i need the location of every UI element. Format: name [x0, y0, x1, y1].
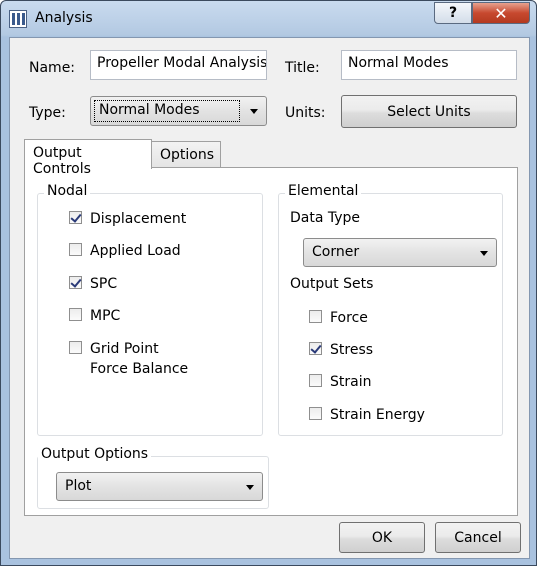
strain-checkbox[interactable]: Strain — [309, 372, 371, 392]
force-checkbox[interactable]: Force — [309, 308, 368, 328]
grid-point-force-balance-checkbox[interactable]: Grid Point Force Balance — [69, 339, 189, 379]
analysis-dialog: Analysis ? ✕ Name: Propeller Modal Analy… — [0, 0, 537, 566]
tab-output-controls[interactable]: Output Controls — [24, 139, 152, 177]
applied-load-checkbox[interactable]: Applied Load — [69, 241, 181, 261]
output-controls-panel: Nodal Displacement Applied Load SPC MPC … — [24, 167, 518, 516]
help-button[interactable]: ? — [434, 2, 472, 24]
checkbox-box — [69, 211, 82, 224]
app-icon — [9, 10, 27, 28]
displacement-checkbox[interactable]: Displacement — [69, 209, 186, 229]
grid-point-force-balance-label: Grid Point Force Balance — [90, 341, 189, 377]
select-units-button[interactable]: Select Units — [341, 95, 517, 128]
force-label: Force — [330, 310, 368, 326]
spc-label: SPC — [90, 276, 118, 292]
help-icon: ? — [448, 5, 458, 21]
checkbox-box — [69, 243, 82, 256]
chevron-down-icon — [246, 485, 254, 490]
data-type-select[interactable]: Corner — [303, 238, 497, 267]
mpc-label: MPC — [90, 308, 121, 324]
output-options-select[interactable]: Plot — [56, 472, 263, 501]
close-button[interactable]: ✕ — [472, 2, 530, 24]
title-bar[interactable]: Analysis ? ✕ — [1, 1, 536, 37]
close-icon: ✕ — [494, 3, 508, 23]
checkbox-box — [69, 308, 82, 321]
focus-rect — [94, 100, 240, 122]
checkbox-box — [309, 342, 322, 355]
output-sets-label: Output Sets — [290, 276, 374, 292]
data-type-label: Data Type — [290, 210, 361, 226]
ok-button[interactable]: OK — [339, 522, 425, 553]
strain-energy-checkbox[interactable]: Strain Energy — [309, 405, 425, 425]
spc-checkbox[interactable]: SPC — [69, 274, 117, 294]
applied-load-label: Applied Load — [90, 243, 181, 259]
name-label: Name: — [29, 60, 76, 76]
strain-energy-label: Strain Energy — [330, 407, 425, 423]
mpc-checkbox[interactable]: MPC — [69, 306, 120, 326]
type-label: Type: — [29, 105, 66, 121]
units-label: Units: — [285, 105, 326, 121]
stress-label: Stress — [330, 342, 374, 358]
strain-label: Strain — [330, 374, 372, 390]
tab-options[interactable]: Options — [151, 141, 221, 169]
displacement-label: Displacement — [90, 211, 187, 227]
title-field[interactable]: Normal Modes — [341, 50, 517, 80]
checkbox-box — [69, 276, 82, 289]
output-options-title: Output Options — [38, 446, 152, 462]
elemental-group-title: Elemental — [285, 183, 362, 199]
nodal-group-title: Nodal — [44, 183, 91, 199]
stress-checkbox[interactable]: Stress — [309, 340, 373, 360]
checkbox-box — [69, 341, 82, 354]
cancel-button[interactable]: Cancel — [435, 522, 521, 553]
name-field[interactable]: Propeller Modal Analysis — [90, 50, 267, 80]
data-type-value: Corner — [312, 244, 360, 260]
dialog-client: Name: Propeller Modal Analysis Title: No… — [9, 37, 530, 559]
output-options-value: Plot — [65, 478, 92, 494]
chevron-down-icon — [480, 251, 488, 256]
checkbox-box — [309, 407, 322, 420]
window-title: Analysis — [35, 10, 93, 26]
type-select[interactable]: Normal Modes — [90, 96, 267, 126]
checkbox-box — [309, 374, 322, 387]
chevron-down-icon — [250, 109, 258, 114]
title-label: Title: — [285, 60, 320, 76]
checkbox-box — [309, 310, 322, 323]
